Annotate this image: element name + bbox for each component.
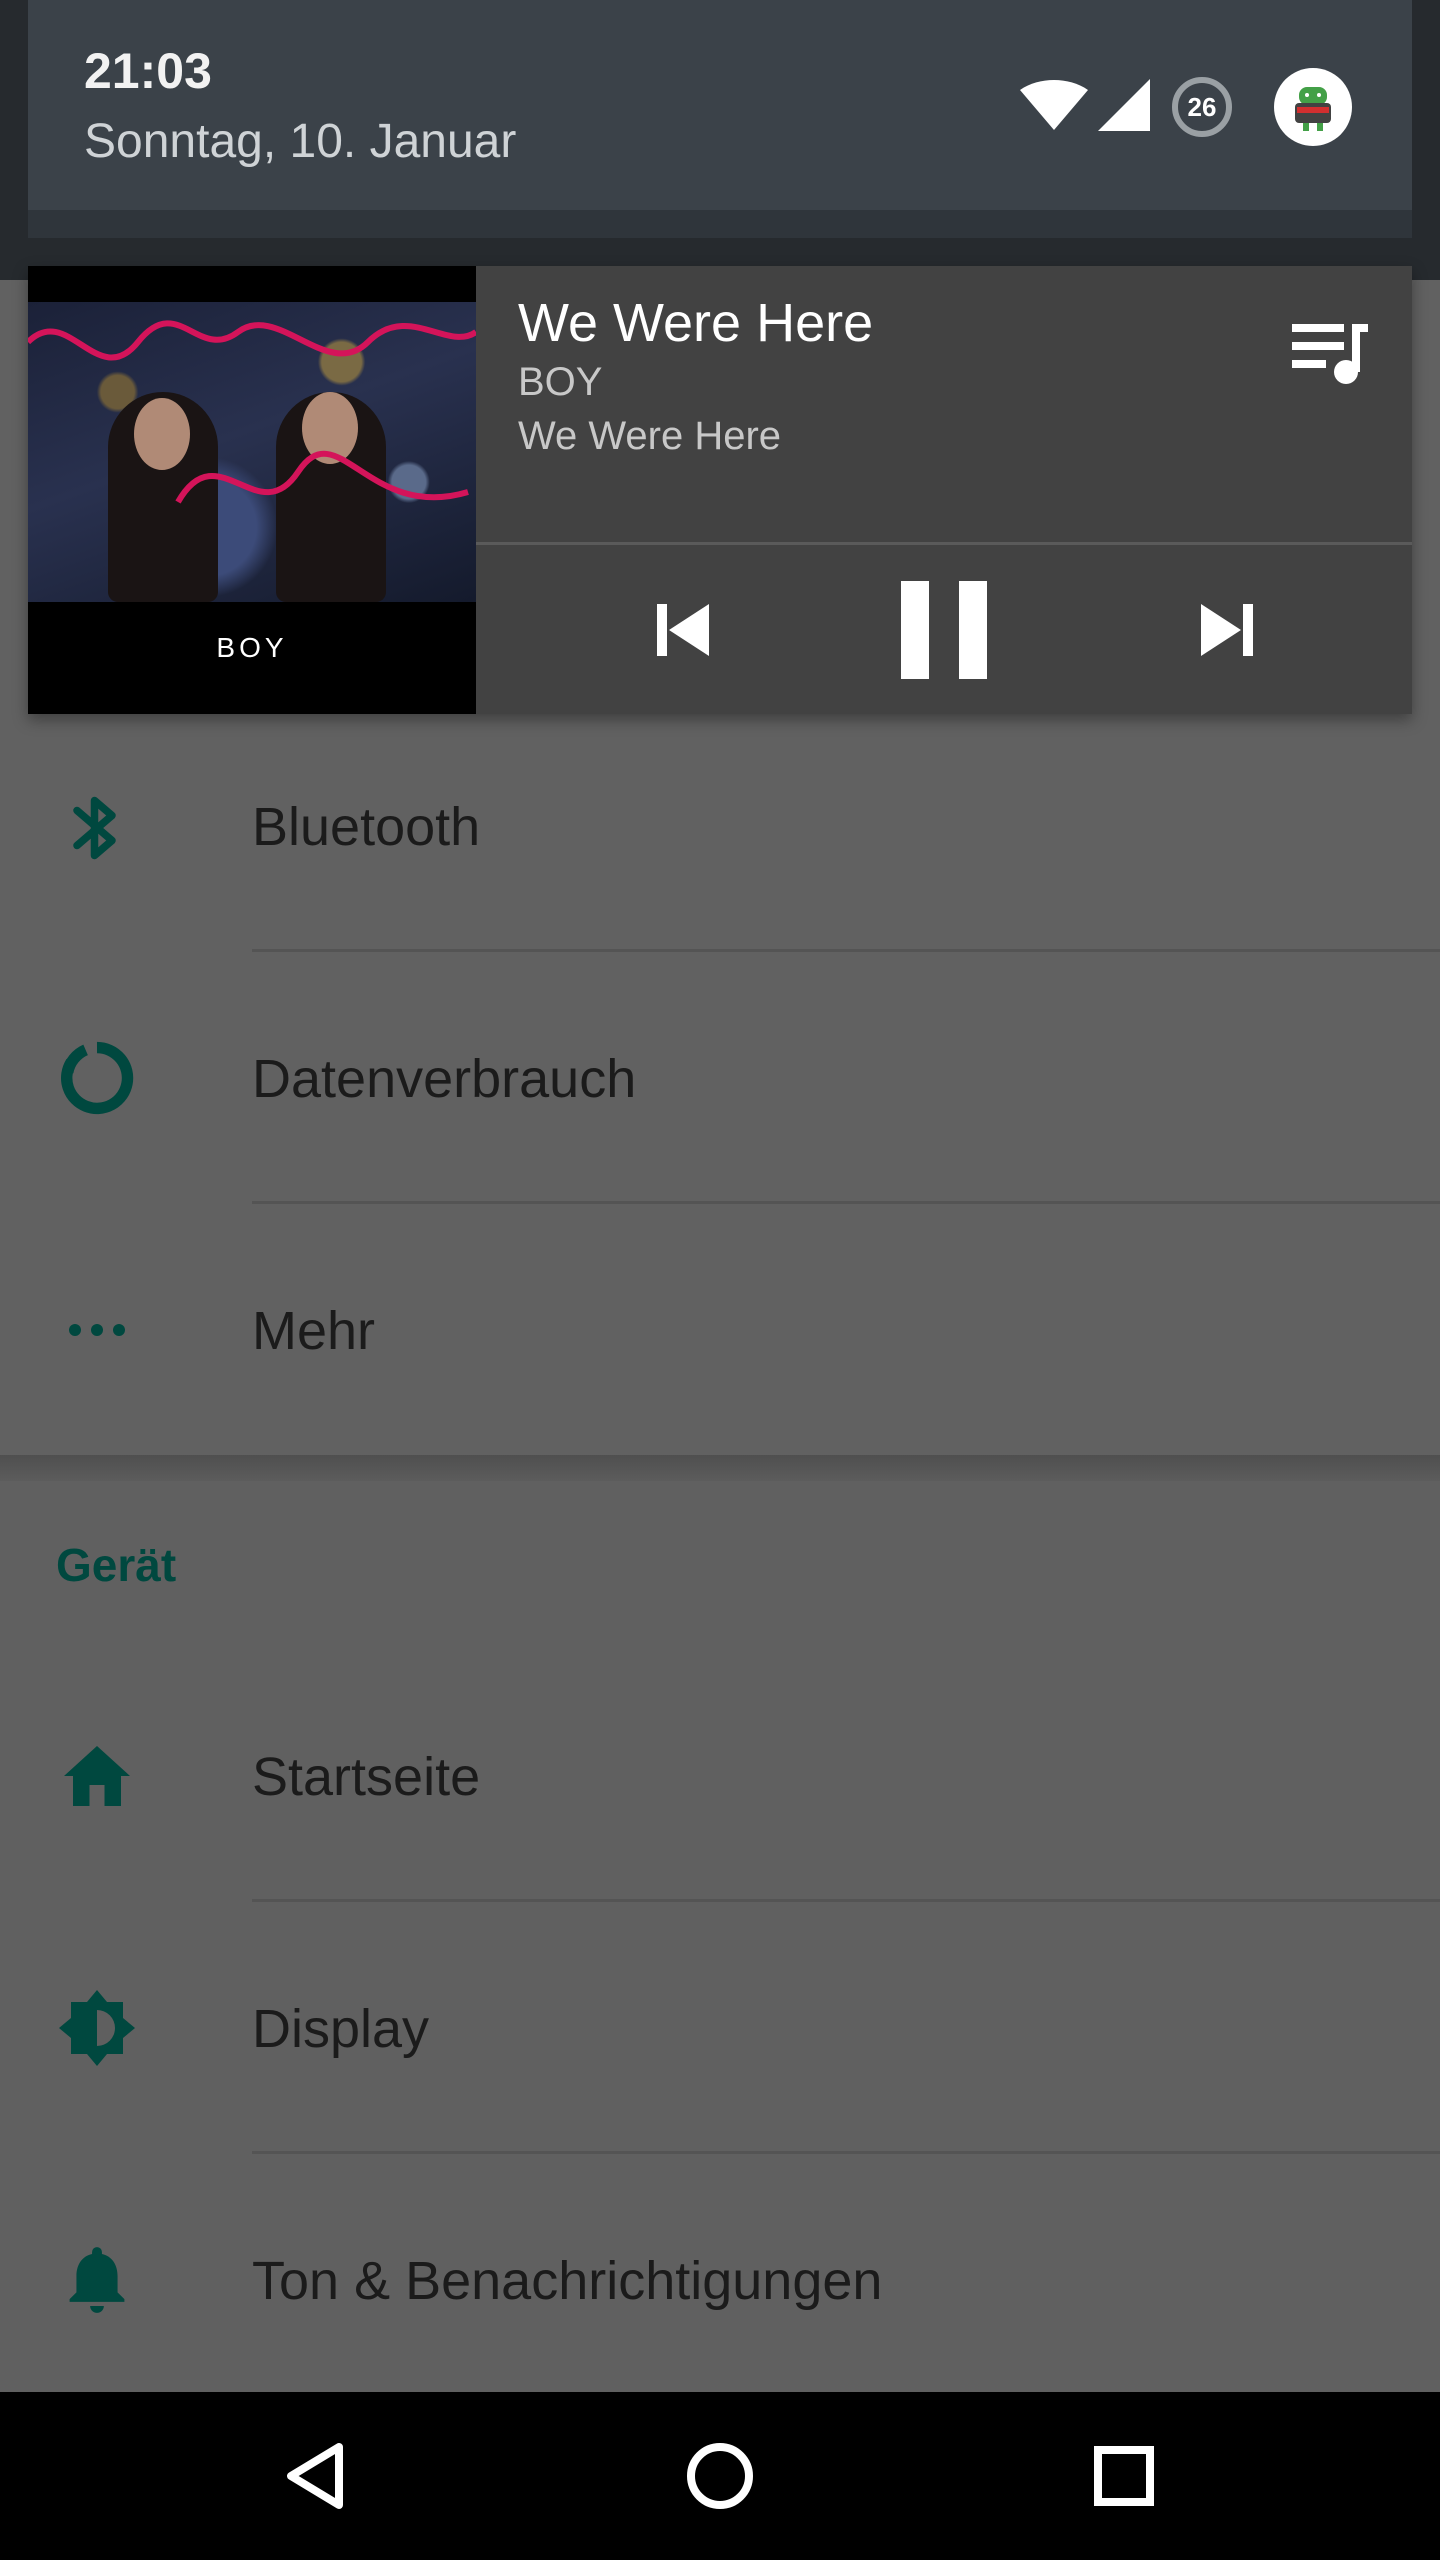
navigation-bar: [0, 2392, 1440, 2560]
home-icon: [55, 1734, 139, 1818]
settings-item-data-usage[interactable]: Datenverbrauch: [0, 952, 1440, 1204]
settings-item-label: Bluetooth: [252, 797, 481, 857]
shade-handle[interactable]: [28, 210, 1412, 238]
card-separator: [0, 1455, 1440, 1481]
media-info: We Were Here BOY We Were Here: [476, 266, 1412, 542]
album-script-overlay: [28, 320, 476, 504]
settings-item-label: Datenverbrauch: [252, 1049, 637, 1109]
pause-icon[interactable]: [889, 575, 999, 685]
skip-previous-icon[interactable]: [628, 575, 738, 685]
settings-item-sound[interactable]: Ton & Benachrichtigungen: [0, 2154, 1440, 2406]
user-avatar-icon[interactable]: [1274, 68, 1352, 146]
track-artist: BOY: [518, 360, 603, 404]
settings-item-label: Mehr: [252, 1301, 376, 1361]
skip-next-icon[interactable]: [1172, 575, 1282, 685]
settings-item-display[interactable]: Display: [0, 1902, 1440, 2154]
data-usage-icon: [55, 1036, 139, 1120]
settings-item-label: Display: [252, 1999, 430, 2059]
queue-music-icon[interactable]: [1292, 320, 1368, 386]
settings-item-more[interactable]: Mehr: [0, 1204, 1440, 1456]
settings-item-label: Ton & Benachrichtigungen: [252, 2251, 883, 2311]
settings-item-label: Startseite: [252, 1747, 481, 1807]
back-icon[interactable]: [266, 2426, 366, 2526]
brightness-icon: [55, 1986, 139, 2070]
more-horiz-icon: [55, 1288, 139, 1372]
home-circle-icon[interactable]: [670, 2426, 770, 2526]
notification-shade-header: 21:03 Sonntag, 10. Januar 26: [28, 0, 1412, 210]
section-header-device: Gerät: [56, 1539, 177, 1591]
media-controls: [476, 545, 1412, 714]
bell-icon: [55, 2238, 139, 2322]
settings-item-home[interactable]: Startseite: [0, 1650, 1440, 1902]
wifi-icon: [1020, 79, 1088, 135]
album-art-text: BOY: [216, 632, 288, 663]
clock-time: 21:03: [84, 43, 212, 99]
status-icons: 26: [1020, 62, 1352, 152]
bluetooth-icon: [55, 786, 139, 870]
recents-icon[interactable]: [1074, 2426, 1174, 2526]
track-album: We Were Here: [518, 414, 782, 458]
album-art: BOY: [28, 266, 476, 714]
track-title: We Were Here: [518, 293, 874, 353]
settings-item-bluetooth-row[interactable]: Bluetooth: [0, 700, 1440, 952]
battery-icon: 26: [1172, 77, 1232, 137]
cell-signal-icon: [1098, 78, 1150, 136]
media-notification[interactable]: BOY We Were Here BOY We Were Here: [28, 266, 1412, 714]
date-label[interactable]: Sonntag, 10. Januar: [84, 114, 516, 169]
album-photo: [28, 302, 476, 602]
